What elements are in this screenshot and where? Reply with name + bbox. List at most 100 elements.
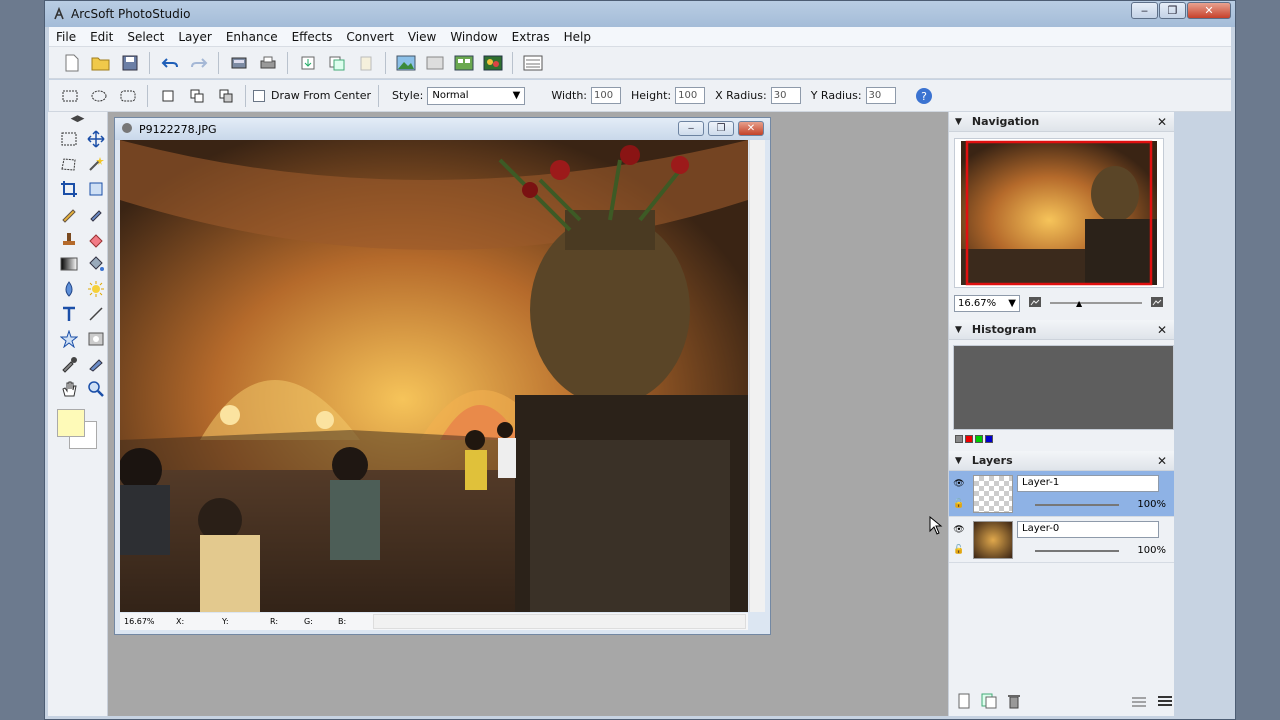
open-folder-icon[interactable] xyxy=(88,50,113,75)
toolbox-collapse-icon[interactable]: ◀▶ xyxy=(48,112,107,126)
opacity-slider[interactable] xyxy=(1035,550,1119,552)
eyedropper-tool-icon[interactable] xyxy=(56,351,81,376)
blur-tool-icon[interactable] xyxy=(56,276,81,301)
vertical-scrollbar[interactable] xyxy=(749,140,765,612)
collapse-triangle-icon[interactable]: ▼ xyxy=(955,117,962,127)
zoom-slider[interactable]: ▲ xyxy=(1050,299,1142,308)
undo-icon[interactable] xyxy=(157,50,182,75)
foreground-color-swatch[interactable] xyxy=(57,409,85,437)
redo-icon[interactable] xyxy=(186,50,211,75)
merge-down-icon[interactable] xyxy=(1131,694,1147,711)
maximize-button[interactable]: ❐ xyxy=(1159,2,1186,19)
ellipse-select-icon[interactable] xyxy=(86,83,111,108)
doc-minimize-button[interactable]: ‒ xyxy=(678,121,704,136)
add-selection-icon[interactable] xyxy=(184,83,209,108)
new-selection-icon[interactable] xyxy=(155,83,180,108)
magic-wand-icon[interactable] xyxy=(83,151,108,176)
histogram-panel-header[interactable]: ▼ Histogram ✕ xyxy=(949,320,1174,340)
zoom-in-icon[interactable] xyxy=(1150,296,1164,311)
gradient-tool-icon[interactable] xyxy=(56,251,81,276)
minimize-button[interactable]: ‒ xyxy=(1131,2,1158,19)
eraser-tool-icon[interactable] xyxy=(83,226,108,251)
layer-row[interactable]: 👁 🔓 Layer-1 100% xyxy=(949,471,1174,517)
copy-icon[interactable] xyxy=(324,50,349,75)
slideshow-icon[interactable] xyxy=(451,50,476,75)
menu-help[interactable]: Help xyxy=(557,30,598,44)
menu-select[interactable]: Select xyxy=(120,30,171,44)
collapse-triangle-icon[interactable]: ▼ xyxy=(955,325,962,335)
opacity-slider[interactable] xyxy=(1035,504,1119,506)
marquee-tool-icon[interactable] xyxy=(56,126,81,151)
menu-view[interactable]: View xyxy=(401,30,443,44)
style-dropdown[interactable]: Normal ▼ xyxy=(427,86,526,105)
color-swatches[interactable] xyxy=(57,409,99,451)
shape-tool-icon[interactable] xyxy=(56,326,81,351)
dodge-tool-icon[interactable] xyxy=(83,276,108,301)
doc-restore-button[interactable]: ❐ xyxy=(708,121,734,136)
yradius-input[interactable] xyxy=(865,87,896,104)
menu-convert[interactable]: Convert xyxy=(339,30,400,44)
horizontal-scrollbar[interactable] xyxy=(373,614,746,629)
image-icon[interactable] xyxy=(393,50,418,75)
slider-handle-icon[interactable]: ▲ xyxy=(1076,299,1082,308)
zoom-out-icon[interactable] xyxy=(1028,296,1042,311)
close-histogram-icon[interactable]: ✕ xyxy=(1157,323,1167,337)
layers-panel-header[interactable]: ▼ Layers ✕ xyxy=(949,451,1174,471)
scan-icon[interactable] xyxy=(226,50,251,75)
menu-layer[interactable]: Layer xyxy=(171,30,218,44)
close-button[interactable]: ✕ xyxy=(1187,2,1231,19)
doc-close-button[interactable]: ✕ xyxy=(738,121,764,136)
visibility-eye-icon[interactable]: 👁 xyxy=(953,479,964,489)
delete-layer-icon[interactable] xyxy=(1007,693,1021,712)
new-layer-icon[interactable] xyxy=(957,693,971,712)
print-icon[interactable] xyxy=(255,50,280,75)
text-tool-icon[interactable] xyxy=(56,301,81,326)
menu-file[interactable]: File xyxy=(49,30,83,44)
stamp-tool-icon[interactable] xyxy=(56,226,81,251)
menu-window[interactable]: Window xyxy=(443,30,504,44)
channel-green-icon[interactable] xyxy=(975,435,983,443)
channel-red-icon[interactable] xyxy=(965,435,973,443)
xradius-input[interactable] xyxy=(770,87,801,104)
navigation-panel-header[interactable]: ▼ Navigation ✕ xyxy=(949,112,1174,132)
browser-icon[interactable] xyxy=(520,50,545,75)
smudge-tool-icon[interactable] xyxy=(83,351,108,376)
pencil-tool-icon[interactable] xyxy=(56,201,81,226)
help-icon[interactable]: ? xyxy=(912,83,937,108)
layer-row[interactable]: 👁 🔓 Layer-0 100% xyxy=(949,517,1174,563)
navigation-zoom-dropdown[interactable]: 16.67% ▼ xyxy=(954,294,1020,312)
menu-enhance[interactable]: Enhance xyxy=(219,30,285,44)
lock-icon[interactable]: 🔓 xyxy=(953,545,964,555)
menu-edit[interactable]: Edit xyxy=(83,30,120,44)
close-layers-icon[interactable]: ✕ xyxy=(1157,454,1167,468)
lock-icon[interactable]: 🔓 xyxy=(953,499,964,509)
layer-name[interactable]: Layer-0 xyxy=(1017,521,1159,538)
navigation-thumbnail[interactable] xyxy=(954,138,1164,288)
layer-name[interactable]: Layer-1 xyxy=(1017,475,1159,492)
move-tool-icon[interactable] xyxy=(83,126,108,151)
airbrush-tool-icon[interactable] xyxy=(83,201,108,226)
frame-icon[interactable] xyxy=(422,50,447,75)
line-tool-icon[interactable] xyxy=(83,301,108,326)
collapse-triangle-icon[interactable]: ▼ xyxy=(955,456,962,466)
paste-icon[interactable] xyxy=(353,50,378,75)
photo-canvas[interactable] xyxy=(120,140,748,612)
channel-blue-icon[interactable] xyxy=(985,435,993,443)
album-icon[interactable] xyxy=(480,50,505,75)
frame-tool-icon[interactable] xyxy=(83,326,108,351)
rounded-select-icon[interactable] xyxy=(115,83,140,108)
save-icon[interactable] xyxy=(117,50,142,75)
menu-effects[interactable]: Effects xyxy=(285,30,340,44)
zoom-tool-icon[interactable] xyxy=(83,376,108,401)
visibility-eye-icon[interactable]: 👁 xyxy=(953,525,964,535)
draw-from-center-checkbox[interactable] xyxy=(253,89,265,102)
duplicate-layer-icon[interactable] xyxy=(981,693,997,712)
channel-all-icon[interactable] xyxy=(955,435,963,443)
new-file-icon[interactable] xyxy=(59,50,84,75)
width-input[interactable] xyxy=(591,87,622,104)
height-input[interactable] xyxy=(675,87,706,104)
fill-bucket-icon[interactable] xyxy=(83,251,108,276)
menu-extras[interactable]: Extras xyxy=(505,30,557,44)
layer-options-icon[interactable] xyxy=(1157,694,1173,711)
close-navigation-icon[interactable]: ✕ xyxy=(1157,115,1167,129)
